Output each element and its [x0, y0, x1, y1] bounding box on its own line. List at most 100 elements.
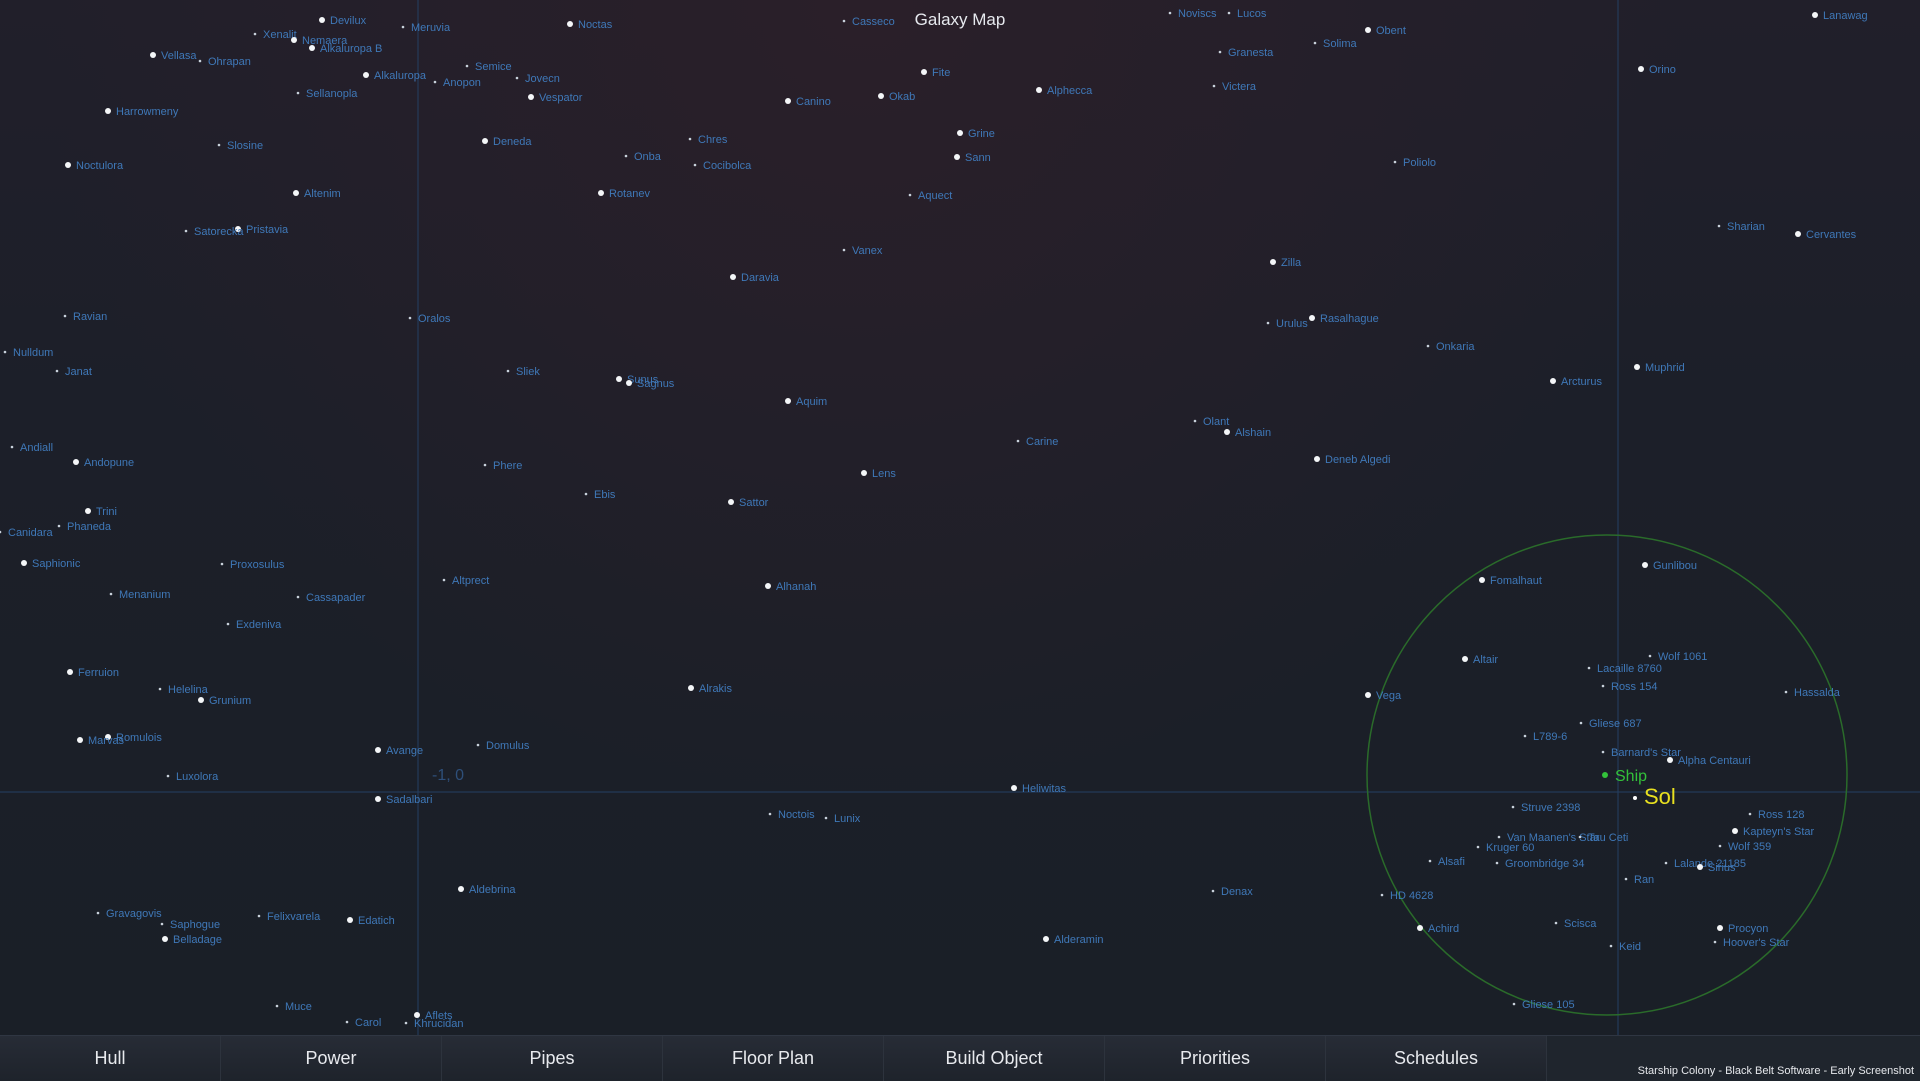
star-dot[interactable] [785, 98, 791, 104]
star-system[interactable]: Groombridge 34 [1495, 858, 1585, 870]
star-dot[interactable] [1428, 859, 1432, 863]
star-dot[interactable] [824, 816, 828, 820]
star-system[interactable]: Struve 2398 [1511, 802, 1581, 814]
star-system[interactable]: Cervantes [1795, 229, 1857, 241]
star-system[interactable]: Alkaluropa B [309, 43, 382, 55]
star-system[interactable]: Khrucidan [404, 1018, 464, 1030]
star-dot[interactable] [954, 154, 960, 160]
star-dot[interactable] [1795, 231, 1801, 237]
star-dot[interactable] [1579, 721, 1583, 725]
star-system[interactable]: Andopune [73, 457, 134, 469]
star-dot[interactable] [408, 316, 412, 320]
ship-dot[interactable] [1602, 772, 1608, 778]
star-system[interactable]: Grine [957, 128, 995, 140]
star-system[interactable]: Cassapader [296, 592, 366, 604]
star-system[interactable]: Alrakis [688, 683, 733, 695]
galaxy-map-canvas[interactable]: -1, 0 DeviluxMeruvia Noctas CassecoLucosNo… [0, 0, 1920, 1035]
star-dot[interactable] [1309, 315, 1315, 321]
star-dot[interactable] [921, 69, 927, 75]
star-dot[interactable] [768, 812, 772, 816]
star-system[interactable]: Grunium [198, 695, 251, 707]
star-system[interactable]: Alhanah [765, 581, 816, 593]
star-system[interactable]: Phere [483, 460, 523, 472]
star-dot[interactable] [442, 578, 446, 582]
star-system[interactable]: Heliwitas [1011, 783, 1067, 795]
star-dot[interactable] [1648, 654, 1652, 658]
star-system[interactable]: Jovecn [515, 73, 560, 85]
star-system[interactable]: Sharian [1717, 221, 1765, 233]
star-system[interactable]: Lacaille 8760 [1587, 663, 1662, 675]
star-system[interactable]: Avange [375, 745, 423, 757]
star-system[interactable]: Canino [785, 96, 831, 108]
star-dot[interactable] [160, 922, 164, 926]
star-dot[interactable] [515, 76, 519, 80]
star-system[interactable]: Okab [878, 91, 915, 103]
star-system[interactable]: Ross 154 [1601, 681, 1658, 693]
star-dot[interactable] [728, 499, 734, 505]
star-system[interactable]: Hoover's Star [1713, 937, 1790, 949]
star-dot[interactable] [21, 560, 27, 566]
star-system[interactable]: Alkaluropa [363, 70, 427, 82]
star-dot[interactable] [257, 914, 261, 918]
tab-schedules[interactable]: Schedules [1326, 1036, 1547, 1081]
star-system[interactable]: Wolf 359 [1718, 841, 1772, 853]
star-dot[interactable] [957, 130, 963, 136]
star-system[interactable]: Zilla [1270, 257, 1302, 269]
star-system[interactable]: Sann [954, 152, 991, 164]
star-dot[interactable] [482, 138, 488, 144]
star-dot[interactable] [1479, 577, 1485, 583]
tab-build-object[interactable]: Build Object [884, 1036, 1105, 1081]
star-dot[interactable] [1211, 889, 1215, 893]
star-system[interactable]: Exdeniva [226, 619, 282, 631]
galaxy-map[interactable]: -1, 0 Devilux Meruvia Noctas Casseco Lucos No… [0, 0, 1920, 1035]
star-dot[interactable] [765, 583, 771, 589]
star-dot[interactable] [77, 737, 83, 743]
star-system[interactable]: Solima [1313, 38, 1358, 50]
star-system[interactable]: Ebis [584, 489, 616, 501]
star-system[interactable]: Cocibolca [693, 160, 752, 172]
star-dot[interactable] [1732, 828, 1738, 834]
star-system[interactable]: Lunix [824, 813, 861, 825]
star-dot[interactable] [345, 1020, 349, 1024]
star-dot[interactable] [1417, 925, 1423, 931]
star-system[interactable]: Deneda [482, 136, 532, 148]
home-star-dot[interactable] [1633, 796, 1637, 800]
star-dot[interactable] [1642, 562, 1648, 568]
star-system[interactable]: Denax [1211, 886, 1254, 898]
star-dot[interactable] [404, 1021, 408, 1025]
star-dot[interactable] [1601, 684, 1605, 688]
star-dot[interactable] [1224, 429, 1230, 435]
star-dot[interactable] [253, 32, 257, 36]
ship-marker[interactable]: Ship [1602, 768, 1647, 785]
star-system[interactable]: Urulus [1266, 318, 1309, 330]
star-system[interactable]: Semice [465, 61, 512, 73]
star-system[interactable]: L789-6 [1523, 731, 1568, 743]
star-dot[interactable] [226, 622, 230, 626]
star-system[interactable]: Alphecca [1036, 85, 1093, 97]
star-dot[interactable] [63, 314, 67, 318]
star-dot[interactable] [616, 376, 622, 382]
star-system[interactable]: Ravian [63, 311, 108, 323]
star-system[interactable]: Sadalbari [375, 794, 432, 806]
star-dot[interactable] [1697, 864, 1703, 870]
star-system[interactable]: Ran [1624, 874, 1654, 886]
star-dot[interactable] [198, 59, 202, 63]
star-system[interactable]: Gunlibou [1642, 560, 1697, 572]
star-dot[interactable] [85, 508, 91, 514]
star-dot[interactable] [162, 936, 168, 942]
star-system[interactable]: Sellanopla [296, 88, 359, 100]
star-system[interactable]: Noctulora [65, 160, 124, 172]
star-dot[interactable] [158, 687, 162, 691]
tab-power[interactable]: Power [221, 1036, 442, 1081]
star-dot[interactable] [67, 669, 73, 675]
star-dot[interactable] [1193, 419, 1197, 423]
star-dot[interactable] [1218, 50, 1222, 54]
star-system[interactable]: Rotanev [598, 188, 650, 200]
star-system[interactable]: Keid [1609, 941, 1641, 953]
star-dot[interactable] [1476, 845, 1480, 849]
star-system[interactable]: Arcturus [1550, 376, 1602, 388]
star-dot[interactable] [1784, 690, 1788, 694]
star-system[interactable]: Sattor [728, 497, 769, 509]
star-system[interactable]: Muphrid [1634, 362, 1685, 374]
star-system[interactable]: Gravagovis [96, 908, 162, 920]
